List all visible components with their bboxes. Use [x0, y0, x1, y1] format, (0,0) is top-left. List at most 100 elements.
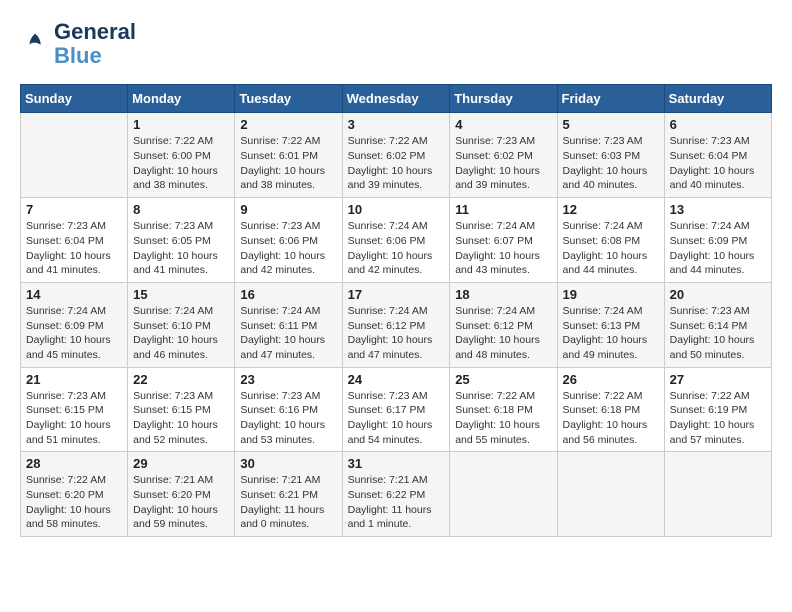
day-number: 31 — [348, 456, 445, 471]
calendar-cell: 6 Sunrise: 7:23 AM Sunset: 6:04 PM Daylig… — [664, 113, 771, 198]
day-number: 17 — [348, 287, 445, 302]
calendar-cell: 1Sunrise: 7:22 AM Sunset: 6:00 PM Daylig… — [128, 113, 235, 198]
cell-content: Sunrise: 7:22 AM Sunset: 6:18 PM Dayligh… — [563, 389, 659, 448]
day-number: 6 — [670, 117, 766, 132]
cell-content: Sunrise: 7:23 AM Sunset: 6:15 PM Dayligh… — [26, 389, 122, 448]
cell-content: Sunrise: 7:24 AM Sunset: 6:09 PM Dayligh… — [26, 304, 122, 363]
day-header-monday: Monday — [128, 85, 235, 113]
cell-content: Sunrise: 7:22 AM Sunset: 6:18 PM Dayligh… — [455, 389, 551, 448]
day-number: 27 — [670, 372, 766, 387]
calendar-cell: 27 Sunrise: 7:22 AM Sunset: 6:19 PM Dayli… — [664, 367, 771, 452]
day-number: 10 — [348, 202, 445, 217]
day-number: 2 — [240, 117, 336, 132]
cell-content: Sunrise: 7:23 AM Sunset: 6:04 PM Dayligh… — [670, 134, 766, 193]
cell-content: Sunrise: 7:22 AM Sunset: 6:20 PM Dayligh… — [26, 473, 122, 532]
calendar-cell: 25 Sunrise: 7:22 AM Sunset: 6:18 PM Dayli… — [450, 367, 557, 452]
logo-icon — [22, 30, 50, 58]
cell-content: Sunrise: 7:24 AM Sunset: 6:06 PM Dayligh… — [348, 219, 445, 278]
logo-text: GeneralBlue — [54, 20, 136, 68]
cell-content: Sunrise: 7:24 AM Sunset: 6:12 PM Dayligh… — [348, 304, 445, 363]
cell-content: Sunrise: 7:24 AM Sunset: 6:10 PM Dayligh… — [133, 304, 229, 363]
calendar-week-row: 14 Sunrise: 7:24 AM Sunset: 6:09 PM Dayli… — [21, 282, 772, 367]
day-number: 8 — [133, 202, 229, 217]
day-number: 22 — [133, 372, 229, 387]
calendar-cell: 31Sunrise: 7:21 AM Sunset: 6:22 PM Dayli… — [342, 452, 450, 537]
calendar-cell: 29Sunrise: 7:21 AM Sunset: 6:20 PM Dayli… — [128, 452, 235, 537]
calendar-cell: 2 Sunrise: 7:22 AM Sunset: 6:01 PM Daylig… — [235, 113, 342, 198]
cell-content: Sunrise: 7:23 AM Sunset: 6:17 PM Dayligh… — [348, 389, 445, 448]
calendar-cell: 11Sunrise: 7:24 AM Sunset: 6:07 PM Dayli… — [450, 198, 557, 283]
calendar-cell: 28 Sunrise: 7:22 AM Sunset: 6:20 PM Dayli… — [21, 452, 128, 537]
calendar-cell: 19 Sunrise: 7:24 AM Sunset: 6:13 PM Dayli… — [557, 282, 664, 367]
calendar-week-row: 21 Sunrise: 7:23 AM Sunset: 6:15 PM Dayli… — [21, 367, 772, 452]
day-number: 13 — [670, 202, 766, 217]
cell-content: Sunrise: 7:21 AM Sunset: 6:20 PM Dayligh… — [133, 473, 229, 532]
calendar-week-row: 28 Sunrise: 7:22 AM Sunset: 6:20 PM Dayli… — [21, 452, 772, 537]
day-number: 11 — [455, 202, 551, 217]
calendar-cell: 9 Sunrise: 7:23 AM Sunset: 6:06 PM Daylig… — [235, 198, 342, 283]
cell-content: Sunrise: 7:24 AM Sunset: 6:13 PM Dayligh… — [563, 304, 659, 363]
day-number: 5 — [563, 117, 659, 132]
cell-content: Sunrise: 7:24 AM Sunset: 6:11 PM Dayligh… — [240, 304, 336, 363]
cell-content: Sunrise: 7:24 AM Sunset: 6:12 PM Dayligh… — [455, 304, 551, 363]
cell-content: Sunrise: 7:23 AM Sunset: 6:06 PM Dayligh… — [240, 219, 336, 278]
calendar-cell — [21, 113, 128, 198]
cell-content: Sunrise: 7:23 AM Sunset: 6:03 PM Dayligh… — [563, 134, 659, 193]
calendar-cell: 5 Sunrise: 7:23 AM Sunset: 6:03 PM Daylig… — [557, 113, 664, 198]
day-number: 16 — [240, 287, 336, 302]
calendar-cell: 21 Sunrise: 7:23 AM Sunset: 6:15 PM Dayli… — [21, 367, 128, 452]
cell-content: Sunrise: 7:22 AM Sunset: 6:02 PM Dayligh… — [348, 134, 445, 193]
calendar-header-row: SundayMondayTuesdayWednesdayThursdayFrid… — [21, 85, 772, 113]
day-number: 26 — [563, 372, 659, 387]
calendar-cell: 3Sunrise: 7:22 AM Sunset: 6:02 PM Daylig… — [342, 113, 450, 198]
day-number: 14 — [26, 287, 122, 302]
day-number: 19 — [563, 287, 659, 302]
cell-content: Sunrise: 7:23 AM Sunset: 6:05 PM Dayligh… — [133, 219, 229, 278]
calendar-cell — [557, 452, 664, 537]
day-number: 18 — [455, 287, 551, 302]
cell-content: Sunrise: 7:23 AM Sunset: 6:16 PM Dayligh… — [240, 389, 336, 448]
day-number: 15 — [133, 287, 229, 302]
calendar-cell — [664, 452, 771, 537]
cell-content: Sunrise: 7:23 AM Sunset: 6:15 PM Dayligh… — [133, 389, 229, 448]
calendar-week-row: 7 Sunrise: 7:23 AM Sunset: 6:04 PM Daylig… — [21, 198, 772, 283]
calendar-cell — [450, 452, 557, 537]
calendar-week-row: 1Sunrise: 7:22 AM Sunset: 6:00 PM Daylig… — [21, 113, 772, 198]
cell-content: Sunrise: 7:23 AM Sunset: 6:04 PM Dayligh… — [26, 219, 122, 278]
calendar-cell: 15 Sunrise: 7:24 AM Sunset: 6:10 PM Dayli… — [128, 282, 235, 367]
calendar-cell: 26 Sunrise: 7:22 AM Sunset: 6:18 PM Dayli… — [557, 367, 664, 452]
cell-content: Sunrise: 7:21 AM Sunset: 6:21 PM Dayligh… — [240, 473, 336, 532]
cell-content: Sunrise: 7:22 AM Sunset: 6:19 PM Dayligh… — [670, 389, 766, 448]
day-number: 21 — [26, 372, 122, 387]
calendar-table: SundayMondayTuesdayWednesdayThursdayFrid… — [20, 84, 772, 537]
day-number: 28 — [26, 456, 122, 471]
day-number: 23 — [240, 372, 336, 387]
calendar-cell: 4Sunrise: 7:23 AM Sunset: 6:02 PM Daylig… — [450, 113, 557, 198]
calendar-cell: 20Sunrise: 7:23 AM Sunset: 6:14 PM Dayli… — [664, 282, 771, 367]
calendar-cell: 30Sunrise: 7:21 AM Sunset: 6:21 PM Dayli… — [235, 452, 342, 537]
calendar-cell: 17 Sunrise: 7:24 AM Sunset: 6:12 PM Dayli… — [342, 282, 450, 367]
calendar-cell: 10 Sunrise: 7:24 AM Sunset: 6:06 PM Dayli… — [342, 198, 450, 283]
day-number: 7 — [26, 202, 122, 217]
calendar-cell: 22 Sunrise: 7:23 AM Sunset: 6:15 PM Dayli… — [128, 367, 235, 452]
calendar-cell: 16 Sunrise: 7:24 AM Sunset: 6:11 PM Dayli… — [235, 282, 342, 367]
calendar-cell: 13 Sunrise: 7:24 AM Sunset: 6:09 PM Dayli… — [664, 198, 771, 283]
day-number: 20 — [670, 287, 766, 302]
page-header: GeneralBlue — [20, 20, 772, 68]
day-header-tuesday: Tuesday — [235, 85, 342, 113]
day-number: 24 — [348, 372, 445, 387]
cell-content: Sunrise: 7:23 AM Sunset: 6:02 PM Dayligh… — [455, 134, 551, 193]
calendar-cell: 24 Sunrise: 7:23 AM Sunset: 6:17 PM Dayli… — [342, 367, 450, 452]
day-header-friday: Friday — [557, 85, 664, 113]
day-header-sunday: Sunday — [21, 85, 128, 113]
calendar-cell: 18 Sunrise: 7:24 AM Sunset: 6:12 PM Dayli… — [450, 282, 557, 367]
day-number: 25 — [455, 372, 551, 387]
day-number: 9 — [240, 202, 336, 217]
day-number: 12 — [563, 202, 659, 217]
day-header-saturday: Saturday — [664, 85, 771, 113]
day-number: 1 — [133, 117, 229, 132]
cell-content: Sunrise: 7:22 AM Sunset: 6:01 PM Dayligh… — [240, 134, 336, 193]
cell-content: Sunrise: 7:24 AM Sunset: 6:09 PM Dayligh… — [670, 219, 766, 278]
cell-content: Sunrise: 7:24 AM Sunset: 6:08 PM Dayligh… — [563, 219, 659, 278]
calendar-cell: 7 Sunrise: 7:23 AM Sunset: 6:04 PM Daylig… — [21, 198, 128, 283]
